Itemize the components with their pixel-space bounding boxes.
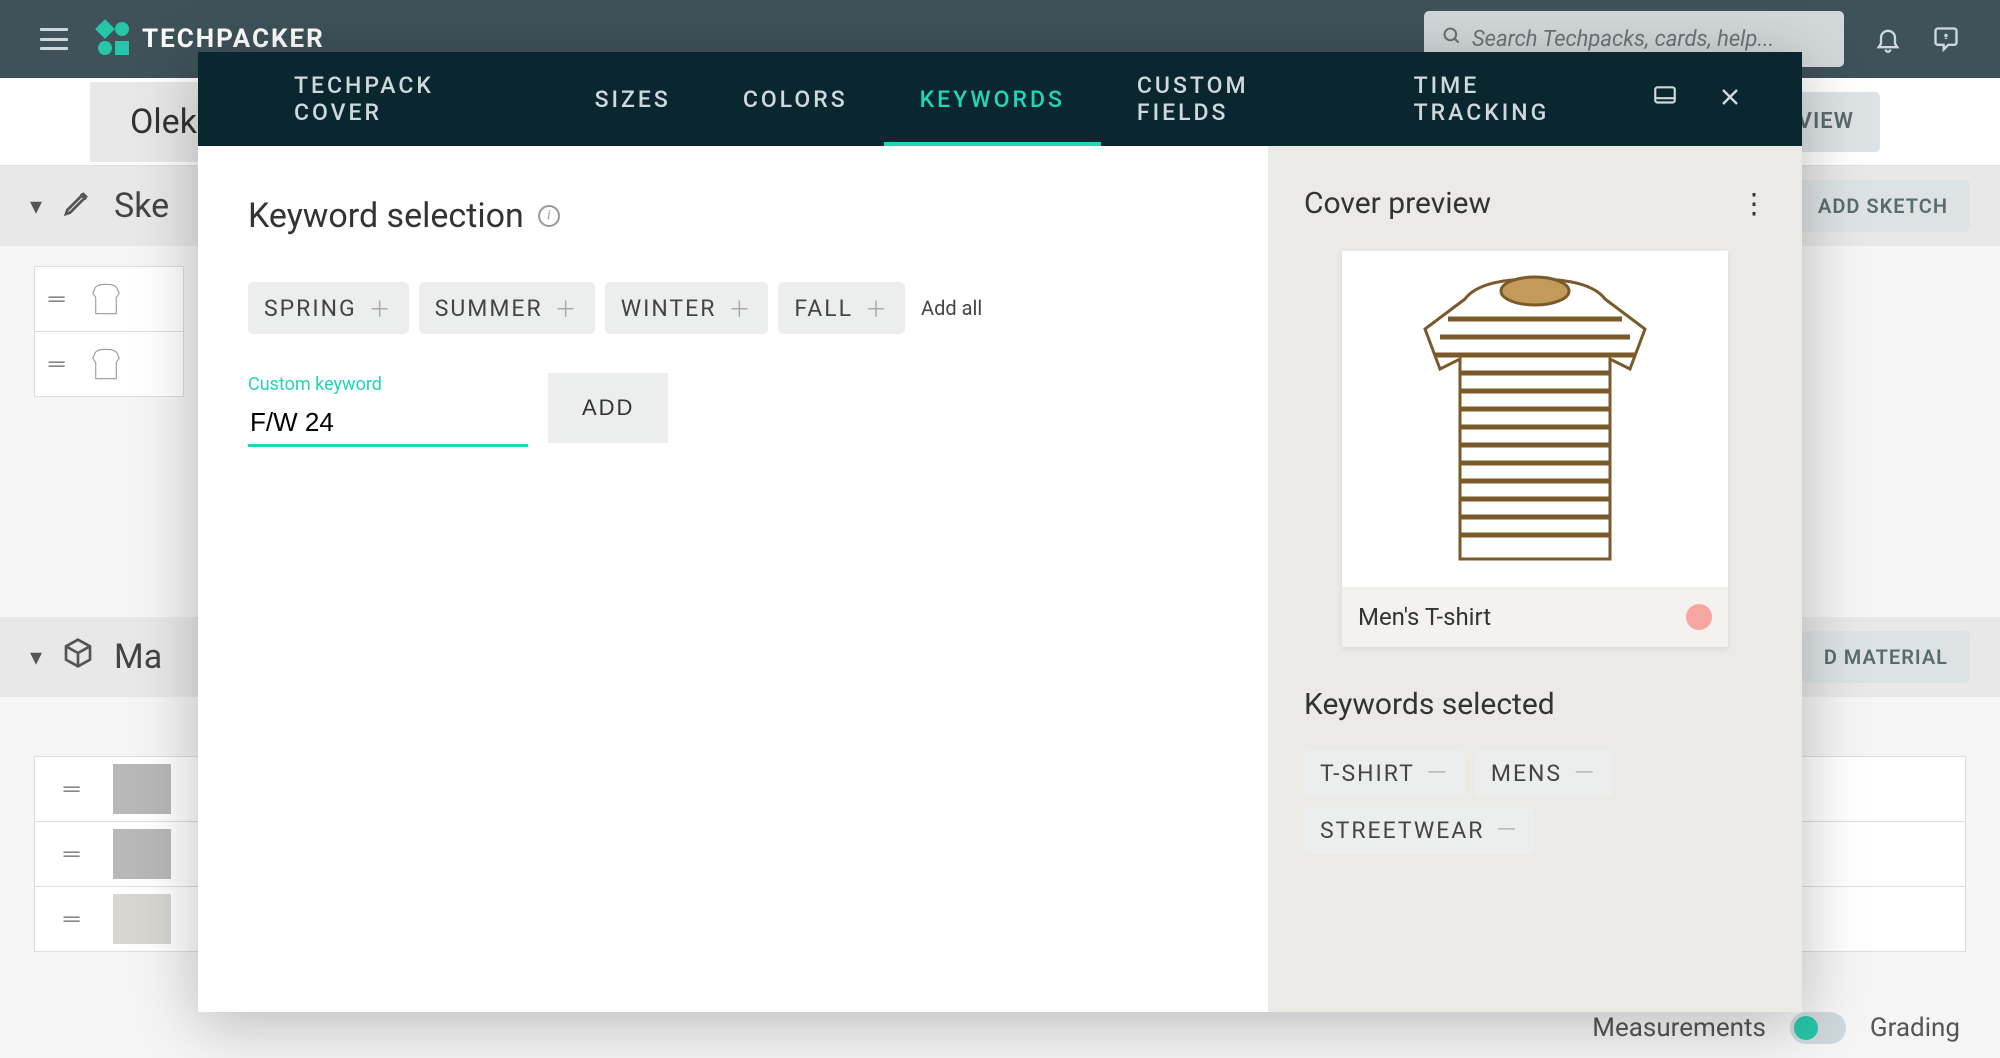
sketch-thumbnail: [77, 339, 135, 389]
add-sketch-button[interactable]: ADD SKETCH: [1796, 180, 1970, 232]
search-icon: [1442, 26, 1462, 52]
add-keyword-button[interactable]: ADD: [548, 373, 668, 443]
expand-icon[interactable]: [1652, 83, 1678, 116]
chevron-down-icon: ▾: [30, 192, 42, 220]
keyword-chip-summer[interactable]: SUMMER ＋: [419, 282, 595, 334]
cover-preview-image: [1342, 251, 1728, 587]
keyword-chip-fall[interactable]: FALL ＋: [778, 282, 905, 334]
custom-keyword-input[interactable]: [248, 401, 528, 447]
chevron-down-icon: ▾: [30, 643, 42, 671]
product-color-dot: [1686, 604, 1712, 630]
tab-sizes[interactable]: SIZES: [559, 52, 707, 146]
minus-icon: —: [1427, 767, 1449, 780]
drag-handle-icon[interactable]: ==: [35, 907, 105, 931]
chip-label: FALL: [794, 295, 853, 322]
info-icon[interactable]: i: [538, 205, 560, 227]
sketch-thumbnail: [77, 274, 135, 324]
selected-keywords: T-SHIRT — MENS — STREETWEAR —: [1304, 750, 1766, 854]
sketches-title: Ske: [114, 186, 169, 226]
drag-handle-icon[interactable]: ==: [47, 352, 63, 376]
material-swatch: [113, 829, 171, 879]
notifications-icon[interactable]: [1874, 25, 1902, 53]
add-material-label: D MATERIAL: [1824, 645, 1948, 669]
chip-label: T-SHIRT: [1320, 760, 1415, 787]
modal-tabs: TECHPACK COVER SIZES COLORS KEYWORDS CUS…: [198, 52, 1802, 146]
chip-label: SPRING: [264, 295, 357, 322]
cover-preview-card[interactable]: Men's T-shirt: [1342, 251, 1728, 647]
chip-label: STREETWEAR: [1320, 817, 1484, 844]
plus-icon: ＋: [555, 292, 579, 324]
keyword-selection-title: Keyword selection: [248, 196, 524, 236]
add-material-button[interactable]: D MATERIAL: [1802, 631, 1970, 683]
logo-mark-icon: [98, 22, 132, 56]
keywords-modal: TECHPACK COVER SIZES COLORS KEYWORDS CUS…: [198, 52, 1802, 1012]
tab-techpack-cover[interactable]: TECHPACK COVER: [258, 52, 559, 146]
keyword-chip-spring[interactable]: SPRING ＋: [248, 282, 409, 334]
cover-preview-title: Cover preview: [1304, 186, 1491, 221]
add-sketch-label: ADD SKETCH: [1818, 194, 1948, 218]
cube-icon: [62, 637, 94, 677]
grading-label: Grading: [1870, 1013, 1960, 1043]
selected-chip-mens[interactable]: MENS —: [1475, 750, 1612, 797]
suggested-keywords: SPRING ＋ SUMMER ＋ WINTER ＋ FALL ＋ Add al…: [248, 282, 1218, 334]
tab-time-tracking[interactable]: TIME TRACKING: [1378, 52, 1652, 146]
brand-logo[interactable]: TECHPACKER: [98, 22, 325, 56]
cover-preview-panel: Cover preview ⋮: [1268, 146, 1802, 1012]
keyword-chip-winter[interactable]: WINTER ＋: [605, 282, 769, 334]
tab-custom-fields[interactable]: CUSTOM FIELDS: [1101, 52, 1378, 146]
selected-chip-streetwear[interactable]: STREETWEAR —: [1304, 807, 1535, 854]
plus-icon: ＋: [865, 292, 889, 324]
minus-icon: —: [1496, 824, 1518, 837]
sketch-thumb-row[interactable]: ==: [34, 331, 184, 397]
custom-keyword-label: Custom keyword: [248, 374, 528, 395]
measurements-label: Measurements: [1592, 1013, 1766, 1043]
help-icon[interactable]: [1932, 25, 1960, 53]
minus-icon: —: [1574, 767, 1596, 780]
keyword-selection-panel: Keyword selection i SPRING ＋ SUMMER ＋ WI…: [198, 146, 1268, 1012]
tab-colors[interactable]: COLORS: [707, 52, 884, 146]
close-icon[interactable]: [1718, 83, 1742, 116]
drag-handle-icon[interactable]: ==: [47, 287, 63, 311]
material-swatch: [113, 894, 171, 944]
chip-label: SUMMER: [435, 295, 543, 322]
brand-name: TECHPACKER: [142, 24, 325, 54]
search-placeholder: Search Techpacks, cards, help...: [1472, 27, 1774, 52]
grading-toggle[interactable]: [1790, 1012, 1846, 1044]
sketch-thumb-row[interactable]: ==: [34, 266, 184, 332]
selected-chip-tshirt[interactable]: T-SHIRT —: [1304, 750, 1465, 797]
add-all-link[interactable]: Add all: [921, 296, 982, 320]
chip-label: WINTER: [621, 295, 717, 322]
product-name: Men's T-shirt: [1358, 603, 1491, 631]
pencil-icon: [62, 186, 94, 226]
menu-icon[interactable]: [40, 28, 68, 50]
drag-handle-icon[interactable]: ==: [35, 777, 105, 801]
keywords-selected-title: Keywords selected: [1304, 687, 1766, 722]
chip-label: MENS: [1491, 760, 1562, 787]
more-icon[interactable]: ⋮: [1740, 187, 1766, 220]
material-swatch: [113, 764, 171, 814]
tab-keywords[interactable]: KEYWORDS: [884, 52, 1101, 146]
drag-handle-icon[interactable]: ==: [35, 842, 105, 866]
plus-icon: ＋: [728, 292, 752, 324]
materials-title: Ma: [114, 637, 162, 677]
plus-icon: ＋: [369, 292, 393, 324]
